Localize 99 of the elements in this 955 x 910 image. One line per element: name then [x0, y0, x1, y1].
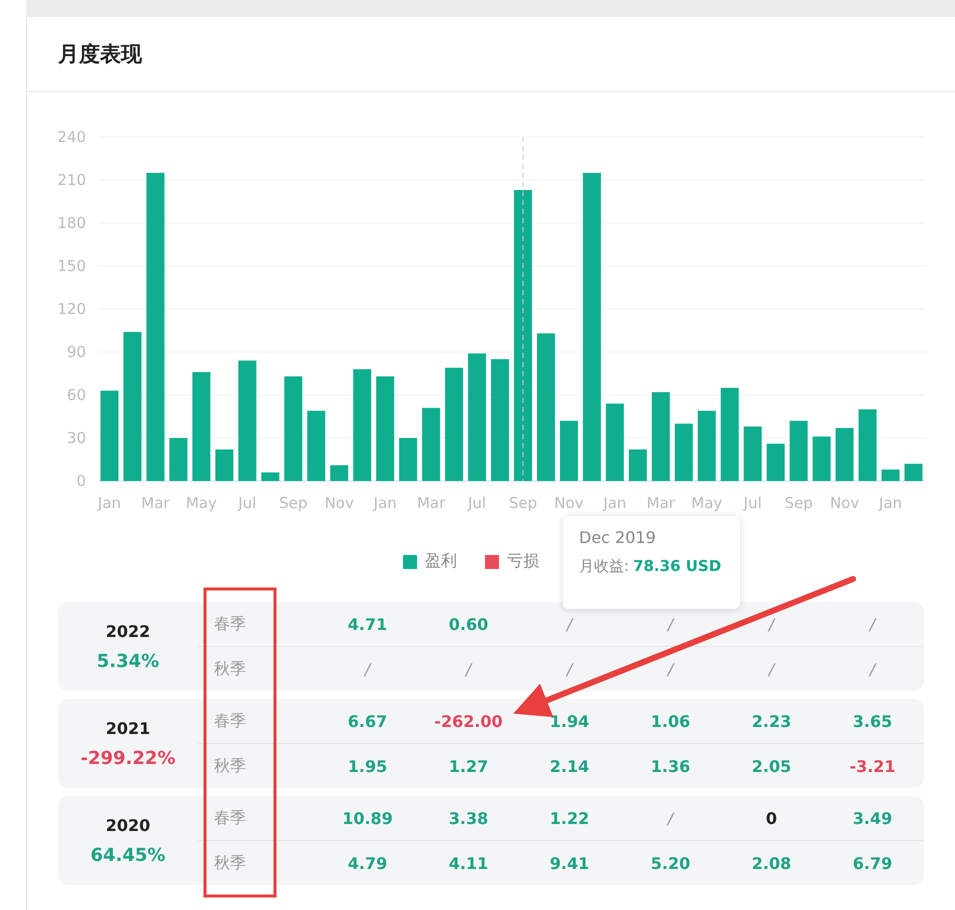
table-cell: /: [668, 808, 674, 828]
bar: [307, 410, 326, 481]
table-cell: 2.23: [752, 712, 792, 730]
axis-label: 150: [57, 257, 86, 275]
season-label: 春季: [213, 808, 247, 828]
table-cell: 2.08: [752, 854, 792, 872]
bar: [812, 436, 831, 481]
axis-label: Mar: [646, 494, 675, 512]
tooltip-value: 78.36 USD: [633, 557, 722, 576]
bar: [882, 470, 900, 481]
bar: [904, 464, 923, 481]
bar: [674, 424, 693, 481]
bar: [628, 449, 647, 481]
table-cell: /: [364, 660, 370, 678]
table-cell: 2.14: [550, 756, 590, 776]
axis-label: Jul: [468, 494, 486, 512]
table-cell: /: [566, 614, 572, 634]
table-cell: 0: [766, 808, 778, 828]
year-label: 2020: [106, 816, 150, 834]
axis-label: Nov: [830, 494, 860, 512]
table-cell: 3.38: [448, 808, 488, 828]
legend-label: 盈利: [425, 551, 457, 572]
table-cell: /: [466, 660, 472, 678]
table-cell: 10.89: [342, 808, 393, 828]
axis-label: 180: [57, 214, 86, 232]
table-cell: 1.94: [550, 712, 590, 730]
axis-label: 30: [66, 429, 86, 447]
axis-label: Jul: [744, 494, 762, 512]
axis-label: Nov: [554, 494, 584, 512]
table-cell: /: [768, 660, 774, 678]
axis-label: Jan: [374, 494, 397, 512]
table-cell: 2.05: [752, 756, 792, 776]
axis-label: Jul: [238, 494, 256, 512]
season-label: 秋季: [213, 852, 247, 874]
axis-label: 240: [57, 128, 86, 146]
table-cell: 1.27: [448, 756, 488, 776]
season-label: 春季: [213, 614, 247, 634]
table-cell: /: [870, 660, 876, 678]
table-cell: 1.22: [550, 808, 590, 828]
year-return: -299.22%: [80, 748, 176, 768]
table-cell: 3.49: [852, 808, 892, 828]
year-label: 2022: [106, 622, 150, 640]
axis-label: May: [691, 494, 722, 512]
legend-label: 亏损: [507, 551, 539, 572]
section-title: 月度表现: [58, 41, 142, 68]
axis-label: May: [186, 494, 217, 512]
bar: [560, 420, 578, 481]
season-label: 秋季: [213, 658, 247, 680]
axis-label: 60: [66, 386, 86, 404]
bar: [766, 444, 785, 481]
table-cell: 6.67: [348, 712, 388, 730]
year-return: 5.34%: [96, 650, 160, 672]
table-cell: 0.60: [448, 614, 488, 634]
bar: [215, 449, 234, 481]
axis-label: Jan: [98, 494, 122, 512]
table-cell: 9.41: [550, 854, 590, 872]
axis-label: Mar: [416, 494, 446, 512]
tooltip-label: 月收益:: [579, 557, 630, 576]
table-cell: 1.06: [650, 712, 690, 730]
bar: [744, 426, 762, 481]
axis-label: Jan: [603, 494, 626, 512]
table-cell: /: [768, 614, 774, 634]
table-cell: /: [870, 614, 876, 634]
axis-label: 120: [57, 300, 86, 318]
table-cell: 4.71: [348, 614, 388, 634]
bar: [790, 420, 808, 481]
table-cell: /: [566, 660, 572, 678]
bar: [169, 438, 188, 481]
bar: [399, 438, 418, 481]
year-return: 64.45%: [90, 844, 166, 866]
table-cell: 3.65: [852, 712, 892, 730]
table-cell: /: [668, 614, 674, 634]
season-label: 春季: [213, 710, 247, 732]
bar: [836, 428, 854, 481]
table-cell: 6.79: [852, 854, 892, 872]
axis-label: 0: [76, 472, 86, 490]
table-cell: 1.95: [348, 756, 388, 776]
tooltip-title: Dec 2019: [579, 528, 657, 547]
axis-label: Mar: [141, 494, 170, 512]
table-cell: -3.21: [849, 756, 896, 776]
bar: [261, 472, 280, 481]
table-cell: /: [668, 660, 674, 678]
axis-label: Nov: [324, 494, 354, 512]
axis-label: Sep: [784, 494, 813, 512]
axis-label: Sep: [279, 494, 308, 512]
table-cell: 4.79: [348, 854, 388, 872]
table-cell: -262.00: [434, 712, 503, 730]
bar: [858, 409, 877, 481]
axis-label: Jan: [878, 494, 902, 512]
table-cell: 4.11: [448, 854, 488, 872]
bar: [698, 410, 716, 481]
bar: [330, 465, 348, 481]
axis-label: Sep: [508, 494, 538, 512]
table-cell: 1.36: [650, 756, 690, 776]
season-label: 秋季: [213, 756, 247, 776]
axis-label: 210: [57, 171, 86, 189]
axis-label: 90: [66, 343, 86, 361]
table-cell: 5.20: [650, 854, 690, 872]
year-label: 2021: [106, 718, 150, 738]
